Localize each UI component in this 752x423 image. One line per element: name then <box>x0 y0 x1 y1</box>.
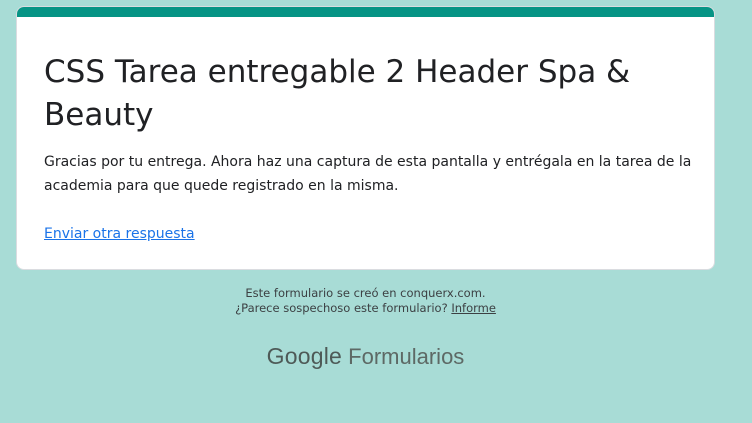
form-footer: Este formulario se creó en conquerx.com.… <box>16 286 715 316</box>
card-accent-bar <box>17 7 714 17</box>
submit-another-response-link[interactable]: Enviar otra respuesta <box>44 224 195 244</box>
confirmation-card: CSS Tarea entregable 2 Header Spa & Beau… <box>16 6 715 270</box>
google-wordmark: Google <box>266 343 343 369</box>
google-forms-logo[interactable]: Google Formularios <box>16 340 715 373</box>
suspicious-line: ¿Parece sospechoso este formulario? Info… <box>16 301 715 316</box>
suspicious-prompt: ¿Parece sospechoso este formulario? <box>235 301 448 315</box>
created-notice: Este formulario se creó en conquerx.com. <box>245 286 486 300</box>
forms-wordmark: Formularios <box>348 344 465 369</box>
report-link[interactable]: Informe <box>451 301 496 315</box>
confirmation-message: Gracias por tu entrega. Ahora haz una ca… <box>44 154 692 194</box>
form-title: CSS Tarea entregable 2 Header Spa & Beau… <box>44 54 631 133</box>
